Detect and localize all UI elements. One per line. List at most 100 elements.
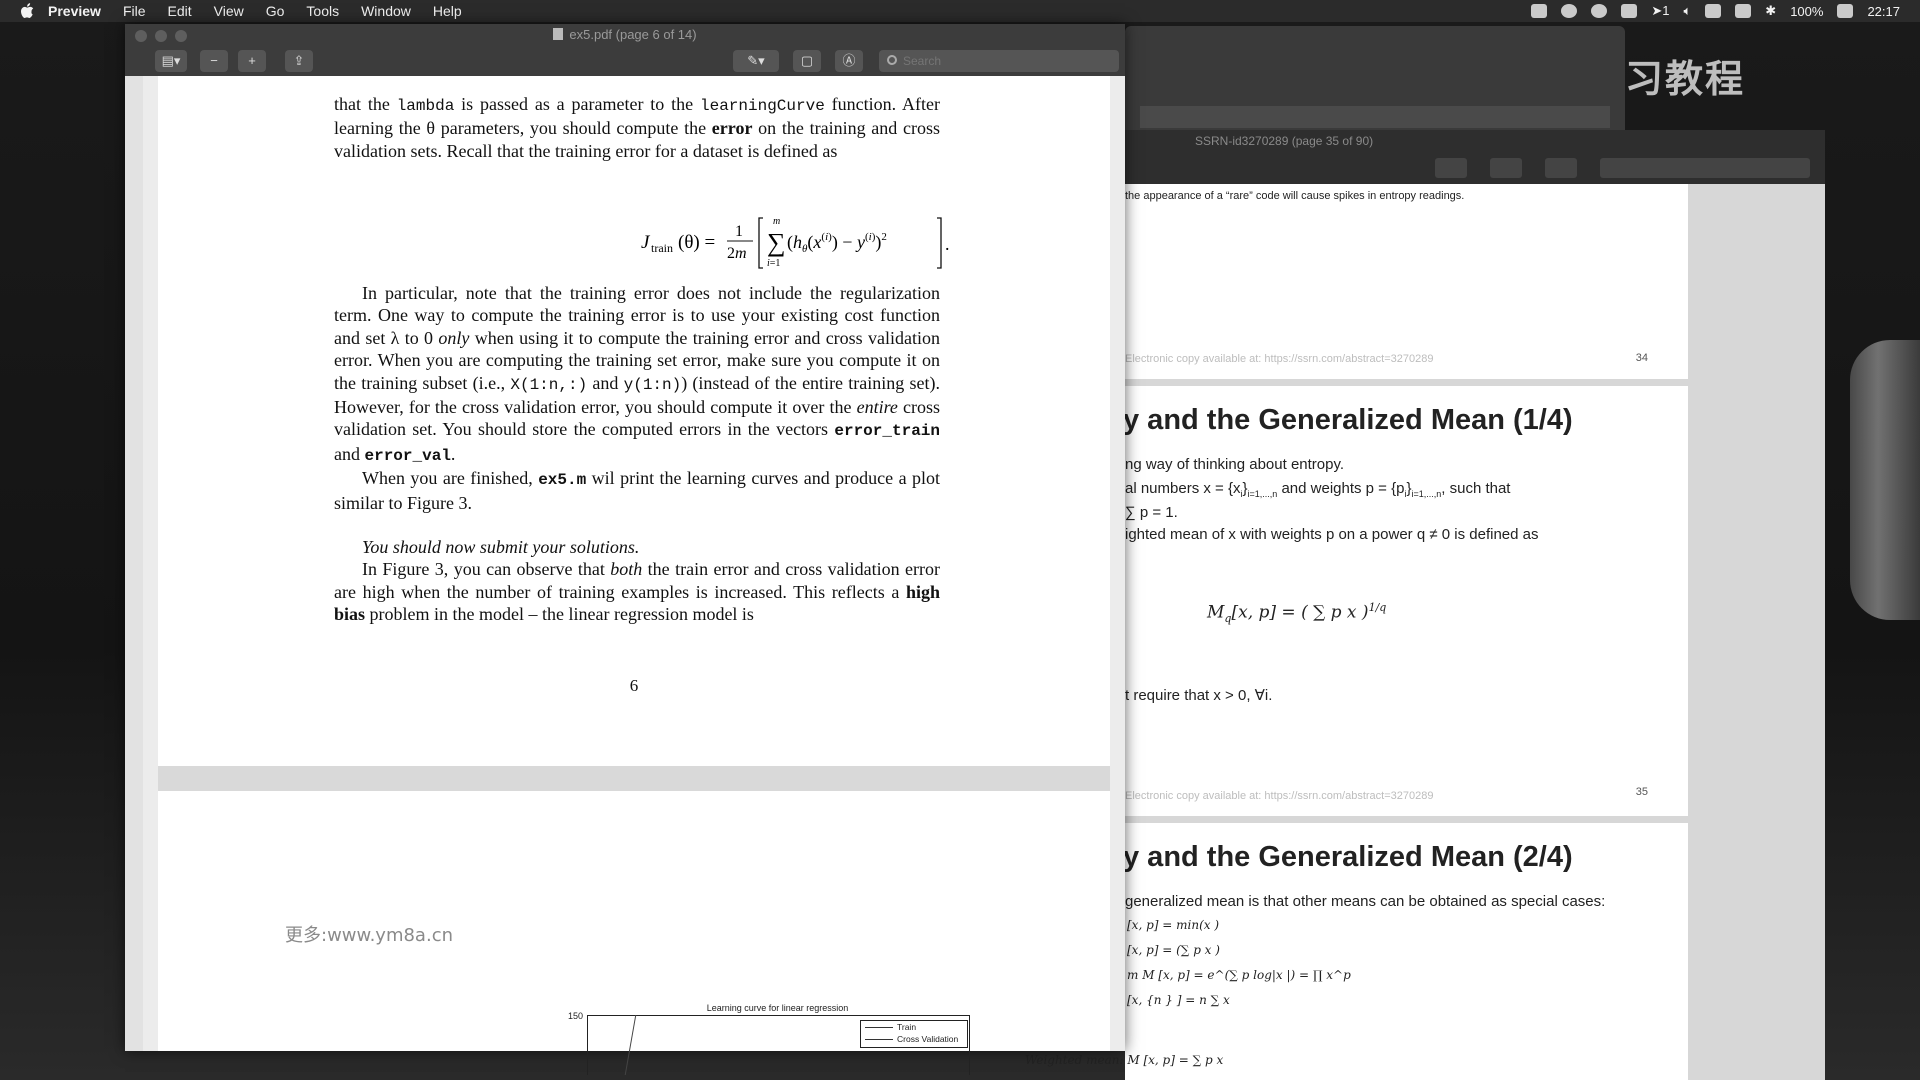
airplay-icon[interactable] xyxy=(1705,4,1722,18)
preview-titlebar: ex5.pdf (page 6 of 14) ▤▾ − + ⇪ ✎▾ ▢ Ⓐ xyxy=(125,24,1125,76)
para2-text-c: and xyxy=(587,372,624,393)
pdf-page-number: 6 xyxy=(629,676,639,695)
para2-text-g: . xyxy=(450,443,456,464)
legend-train-swatch xyxy=(865,1027,893,1028)
page34-number: 34 xyxy=(1635,352,1648,364)
page35-line2-part-c: and weights p = {p xyxy=(1277,480,1405,497)
page35-formula: Mq[x, p] = ( ∑ p x )1/q xyxy=(1207,601,1387,626)
menu-window[interactable]: Window xyxy=(361,3,411,19)
battery-icon[interactable] xyxy=(1837,4,1854,18)
media-play-icon[interactable] xyxy=(1531,4,1548,18)
preview-window[interactable]: ex5.pdf (page 6 of 14) ▤▾ − + ⇪ ✎▾ ▢ Ⓐ t… xyxy=(125,24,1125,1075)
para3-text-a: When you are finished, xyxy=(362,468,539,489)
page36-case-geometric: m M [x, p] = e^(∑ p log|x |) = ∏ x^p xyxy=(1127,968,1351,982)
apple-menu-icon[interactable] xyxy=(20,3,34,19)
ssrn-preview-window[interactable]: SSRN-id3270289 (page 35 of 90) the appea… xyxy=(1125,130,1825,1080)
menu-edit[interactable]: Edit xyxy=(168,3,192,19)
menu-go[interactable]: Go xyxy=(266,3,285,19)
para1-text-b: is passed as a parameter to the xyxy=(454,94,700,114)
annotate-button[interactable]: Ⓐ xyxy=(835,50,863,72)
svg-text:2m: 2m xyxy=(727,245,747,262)
status-area: ➤1 🔈︎ ✱ 100% 22:17 xyxy=(1531,0,1900,22)
svg-text:(θ) =: (θ) = xyxy=(678,232,715,253)
page36-case-arithmetic: [x, {n } ] = n ∑ x xyxy=(1127,993,1230,1007)
page35-line2: al numbers x = {xi}i=1,...,n and weights… xyxy=(1125,480,1510,499)
page35-line1: ng way of thinking about entropy. xyxy=(1125,456,1345,473)
menu-help[interactable]: Help xyxy=(433,3,462,19)
input-source-icon[interactable] xyxy=(1735,4,1752,18)
preview-window-title: ex5.pdf (page 6 of 14) xyxy=(125,27,1125,42)
pdf-document-icon xyxy=(553,28,564,40)
svg-text:∑: ∑ xyxy=(767,228,786,257)
page35-title: y and the Generalized Mean (1/4) xyxy=(1125,404,1573,436)
pdf-page-6: that the lambda is passed as a parameter… xyxy=(158,76,1110,766)
search-icon xyxy=(887,55,897,65)
svg-text:train: train xyxy=(651,241,673,255)
page35-range-subscript-2: i=1,...,n xyxy=(1411,489,1442,499)
code-error-train: error_train xyxy=(834,422,940,441)
menu-view[interactable]: View xyxy=(214,3,244,19)
location-indicator[interactable]: ➤1 xyxy=(1651,3,1669,19)
page35-line5: t require that x > 0, ∀i. xyxy=(1125,687,1273,704)
svg-text:m: m xyxy=(773,216,780,227)
page35-line2-part-e: , such that xyxy=(1441,480,1511,497)
search-input[interactable] xyxy=(903,52,1113,70)
legend-train-label: Train xyxy=(897,1022,917,1032)
code-y-slice: y(1:n) xyxy=(623,375,682,394)
menu-clock[interactable]: 22:17 xyxy=(1867,4,1900,19)
pdf-para2-lines: In particular, note that the training er… xyxy=(334,282,940,467)
page35-line3: ∑ p = 1. xyxy=(1125,504,1178,521)
search-field[interactable] xyxy=(879,50,1119,72)
code-x-slice: X(1:n,:) xyxy=(510,375,588,394)
volume-icon[interactable]: 🔈︎ xyxy=(1683,3,1691,19)
italic-both: both xyxy=(610,559,643,580)
zoom-out-button[interactable]: − xyxy=(200,50,228,72)
ssrn-search-field[interactable] xyxy=(1600,158,1810,178)
page-separator xyxy=(158,766,1110,791)
page35-line4: ighted mean of x with weights p on a pow… xyxy=(1125,526,1539,543)
code-lambda: lambda xyxy=(396,97,455,115)
share-button[interactable]: ⇪ xyxy=(285,50,313,72)
italic-entire: entire xyxy=(856,397,898,418)
page36-line1: generalized mean is that other means can… xyxy=(1125,893,1606,910)
app-status-icon[interactable] xyxy=(1561,4,1578,18)
menu-tools[interactable]: Tools xyxy=(306,3,339,19)
code-learningcurve: learningCurve xyxy=(699,97,825,115)
zoom-in-button[interactable]: + xyxy=(238,50,266,72)
bluetooth-icon[interactable]: ✱ xyxy=(1765,3,1776,19)
ssrn-annotate-button[interactable] xyxy=(1545,158,1577,178)
page35-number: 35 xyxy=(1635,786,1648,798)
sidebar-toggle-button[interactable]: ▤▾ xyxy=(155,50,187,72)
legend-cv: Cross Validation xyxy=(861,1033,967,1045)
figure-title: Learning curve for linear regression xyxy=(706,1003,849,1013)
menu-bar: Preview File Edit View Go Tools Window H… xyxy=(0,0,1920,22)
ssrn-markup-button[interactable] xyxy=(1435,158,1467,178)
svg-text:J: J xyxy=(641,232,651,253)
code-error-val: error_val xyxy=(364,446,451,465)
markup-toolbar-button[interactable]: ✎▾ xyxy=(733,50,779,72)
battery-percent: 100% xyxy=(1790,3,1824,19)
legend-cv-label: Cross Validation xyxy=(897,1034,959,1044)
page34-footer-url[interactable]: Electronic copy available at: https://ss… xyxy=(1125,353,1433,365)
rotate-button[interactable]: ▢ xyxy=(793,50,821,72)
pdf-para3-lines: When you are finished, ex5.m wil print t… xyxy=(334,467,940,514)
page35-footer-url[interactable]: Electronic copy available at: https://ss… xyxy=(1125,790,1433,802)
wechat-icon[interactable] xyxy=(1591,4,1608,18)
page35-formula-exponent: 1/q xyxy=(1368,601,1387,614)
legend-train: Train xyxy=(861,1021,967,1033)
page35-line2-part-a: al numbers x = {x xyxy=(1125,480,1241,497)
menu-file[interactable]: File xyxy=(123,3,146,19)
legend-cv-swatch xyxy=(865,1039,893,1040)
bold-error: error xyxy=(711,118,753,139)
ssrn-rotate-button[interactable] xyxy=(1490,158,1522,178)
italic-only: only xyxy=(438,327,470,348)
para4-text-a: In Figure 3, you can observe that xyxy=(362,559,611,580)
equation-graphic: J train (θ) = 1 2m ∑ m i=1 (hθ(x(i)) − y… xyxy=(641,216,950,269)
sidebar-strip xyxy=(125,76,143,1051)
pdf-para4-lines: In Figure 3, you can observe that both t… xyxy=(334,558,940,625)
menu-app-preview[interactable]: Preview xyxy=(48,3,101,19)
para2-text-f: and xyxy=(334,443,365,464)
location-count: 1 xyxy=(1662,3,1670,18)
site-watermark: 更多:www.ym8a.cn xyxy=(285,925,453,946)
shield-icon[interactable] xyxy=(1621,4,1638,18)
